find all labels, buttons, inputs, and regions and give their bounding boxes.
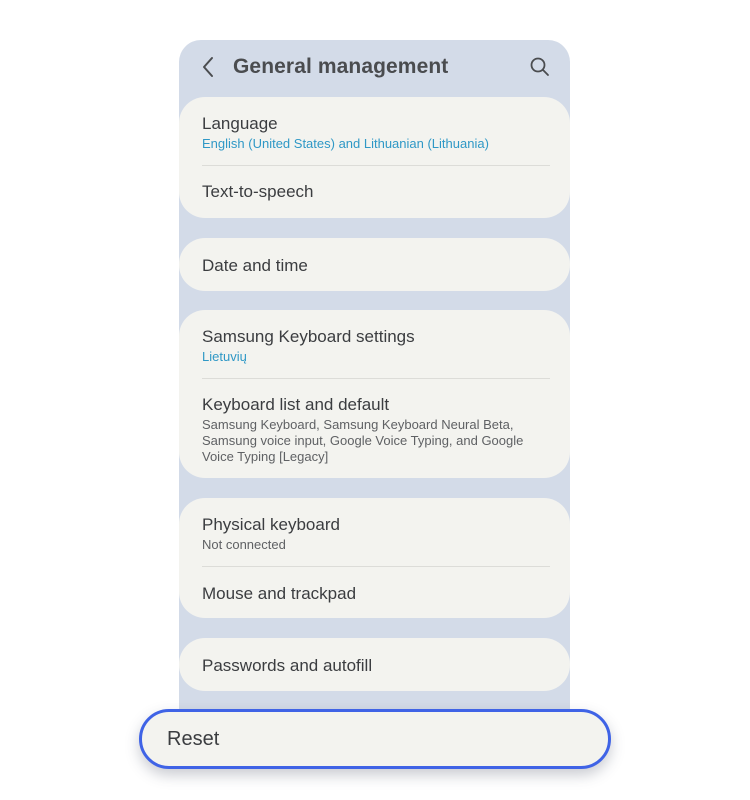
text-to-speech-item[interactable]: Text-to-speech	[179, 166, 570, 218]
screen: General management Language English (Uni…	[0, 0, 750, 800]
physical-keyboard-item[interactable]: Physical keyboard Not connected	[179, 498, 570, 566]
physical-keyboard-subtitle: Not connected	[202, 537, 286, 552]
settings-group-keyboard: Samsung Keyboard settings Lietuvių Keybo…	[179, 310, 570, 478]
language-subtitle: English (United States) and Lithuanian (…	[202, 136, 489, 151]
search-button[interactable]	[528, 55, 552, 79]
app-bar: General management	[179, 40, 570, 96]
language-title: Language	[202, 114, 278, 133]
text-to-speech-title: Text-to-speech	[202, 182, 314, 201]
back-button[interactable]	[197, 54, 221, 80]
keyboard-list-and-default-title: Keyboard list and default	[202, 395, 390, 414]
samsung-keyboard-settings-title: Samsung Keyboard settings	[202, 327, 415, 346]
date-and-time-item[interactable]: Date and time	[179, 238, 570, 291]
search-icon	[530, 57, 549, 76]
keyboard-list-and-default-subtitle: Samsung Keyboard, Samsung Keyboard Neura…	[202, 417, 524, 464]
settings-group-passwords: Passwords and autofill	[179, 638, 570, 691]
passwords-and-autofill-item[interactable]: Passwords and autofill	[179, 638, 570, 691]
samsung-keyboard-settings-subtitle: Lietuvių	[202, 349, 247, 364]
date-and-time-title: Date and time	[202, 256, 308, 275]
settings-group-date-time: Date and time	[179, 238, 570, 291]
mouse-and-trackpad-item[interactable]: Mouse and trackpad	[179, 567, 570, 618]
physical-keyboard-title: Physical keyboard	[202, 515, 340, 534]
reset-item[interactable]: Reset	[139, 709, 611, 769]
mouse-and-trackpad-title: Mouse and trackpad	[202, 584, 357, 603]
passwords-and-autofill-title: Passwords and autofill	[202, 656, 373, 675]
chevron-left-icon	[203, 57, 213, 77]
settings-group-language: Language English (United States) and Lit…	[179, 97, 570, 218]
samsung-keyboard-settings-item[interactable]: Samsung Keyboard settings Lietuvių	[179, 310, 570, 378]
reset-label: Reset	[167, 728, 220, 750]
keyboard-list-and-default-item[interactable]: Keyboard list and default Samsung Keyboa…	[179, 379, 570, 478]
page-title: General management	[233, 55, 449, 78]
general-management-panel: General management Language English (Uni…	[179, 40, 570, 740]
settings-group-input-devices: Physical keyboard Not connected Mouse an…	[179, 498, 570, 618]
language-item[interactable]: Language English (United States) and Lit…	[179, 97, 570, 165]
